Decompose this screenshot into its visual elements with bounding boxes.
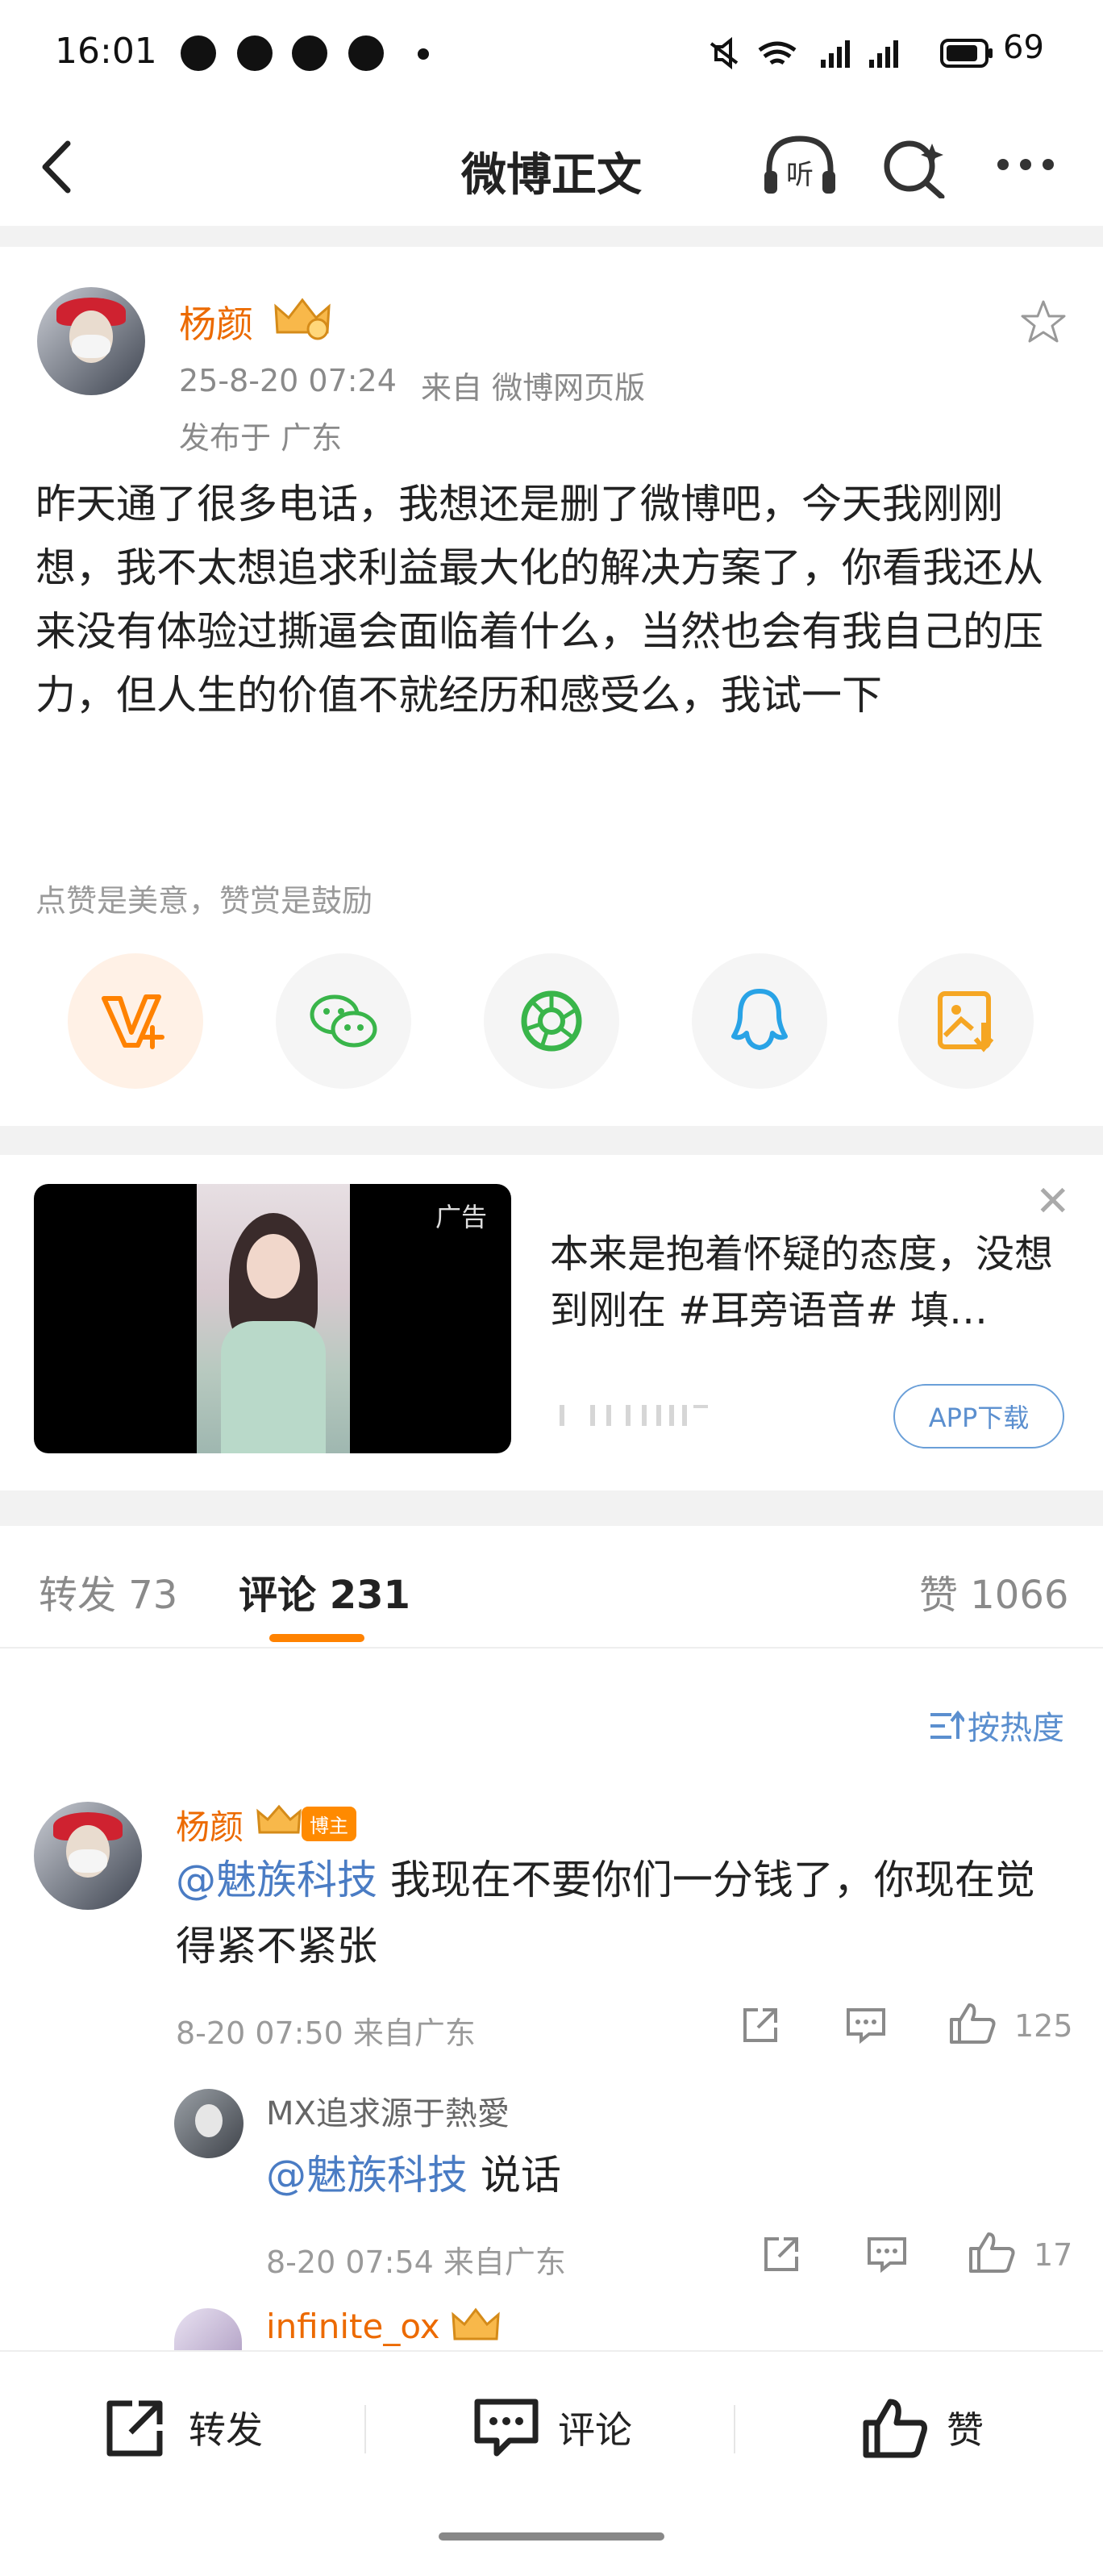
like-count: 17 [1034,2237,1073,2273]
comment-text: @魅族科技 我现在不要你们一分钱了，你现在觉得紧不紧张 [176,1857,1035,1970]
crown-icon [274,298,331,340]
save-image-icon [938,991,994,1052]
like-count: 125 [1014,2008,1073,2044]
battery-level: 69 [1003,29,1044,66]
bottom-action-bar [0,2350,1103,2576]
comment-icon [474,2399,539,2457]
crown-icon [452,2307,500,2340]
app-icon-2 [348,35,384,71]
moments-icon [521,990,582,1052]
close-icon[interactable]: ✕ [1035,1178,1071,1226]
repost-button[interactable]: 转发 [103,2397,263,2458]
share-qq-button[interactable] [692,953,827,1089]
comment-label: 评论 [558,2408,632,2452]
signal-icon [821,40,850,68]
status-time: 16:01 [55,31,157,72]
tab-like[interactable]: 赞 1066 [919,1563,1068,1619]
post-content: 昨天通了很多电话，我想还是删了微博吧，今天我刚刚想，我不太想追求利益最大化的解决… [35,481,1043,719]
more-icon[interactable] [993,155,1058,174]
wechat-icon [310,994,377,1048]
post-username[interactable]: 杨颜 [179,295,253,348]
like-icon [863,2399,927,2458]
like-icon[interactable] [948,2000,997,2045]
comment-username[interactable]: infinite_ox [266,2307,440,2346]
listen-icon[interactable]: 听 [761,134,839,198]
like-button[interactable]: 赞 [863,2397,984,2458]
tab-comment[interactable]: 评论 231 [239,1563,410,1619]
tab-active-indicator [269,1634,364,1642]
message-icon [237,35,273,71]
comment-username[interactable]: 杨颜 [176,1800,243,1849]
sort-button[interactable]: 按热度 [968,1702,1064,1749]
sort-icon[interactable] [927,1710,964,1742]
reply-username[interactable]: MX追求源于熱愛 [266,2087,510,2134]
comment-icon[interactable] [845,2007,887,2044]
signal-icon-2 [869,40,898,68]
mention-link[interactable]: @魅族科技 [176,1857,377,1903]
home-indicator[interactable] [439,2532,664,2541]
wifi-icon [758,41,797,65]
share-icon[interactable] [761,2234,801,2274]
tab-repost[interactable]: 转发 73 [39,1563,177,1619]
repost-icon [106,2400,163,2457]
comment-button[interactable]: 评论 [472,2397,632,2458]
reward-icon [102,994,164,1049]
post-source: 来自 微博网页版 [421,370,646,406]
svg-text:听: 听 [786,159,814,191]
author-badge: 博主 [298,1807,356,1841]
like-icon[interactable] [968,2229,1016,2274]
share-moments-button[interactable] [484,953,619,1089]
search-icon[interactable] [882,137,947,198]
reward-button[interactable] [68,953,203,1089]
ad-text[interactable]: 本来是抱着怀疑的态度，没想到刚在 #耳旁语音# 填… [550,1226,1066,1339]
save-image-button[interactable] [898,953,1034,1089]
comment-avatar[interactable] [34,1802,142,1910]
reply-text: @魅族科技 说话 [266,2152,561,2199]
divider [364,2405,366,2453]
avatar[interactable] [37,287,145,395]
app-download-button[interactable]: APP下载 [893,1384,1064,1448]
mute-icon [710,36,739,70]
divider [734,2405,735,2453]
more-notifications-dot [418,48,429,60]
share-icon[interactable] [740,2005,780,2045]
ad-bars-icon [560,1405,708,1426]
status-icons [710,36,898,70]
comment-icon[interactable] [866,2236,908,2273]
reward-tip: 点赞是美意，赞赏是鼓励 [35,883,373,919]
app-icon [292,35,327,71]
share-wechat-button[interactable] [276,953,411,1089]
qq-icon [731,989,788,1050]
post-location: 发布于 广东 [179,420,343,456]
notification-icon [181,35,216,71]
reply-meta: 8-20 07:54 来自广东 [266,2245,566,2280]
post-datetime: 25-8-20 07:24 [179,363,397,398]
ad-thumbnail [197,1184,350,1453]
battery-icon [940,39,993,68]
comment-meta: 8-20 07:50 来自广东 [176,2015,476,2051]
mention-link[interactable]: @魅族科技 [266,2152,468,2199]
ad-label: 广告 [435,1202,488,1232]
crown-icon [256,1804,302,1834]
reply-avatar[interactable] [174,2089,243,2158]
favorite-star-icon[interactable] [1019,298,1068,345]
repost-label: 转发 [189,2408,263,2452]
like-label: 赞 [947,2408,984,2452]
